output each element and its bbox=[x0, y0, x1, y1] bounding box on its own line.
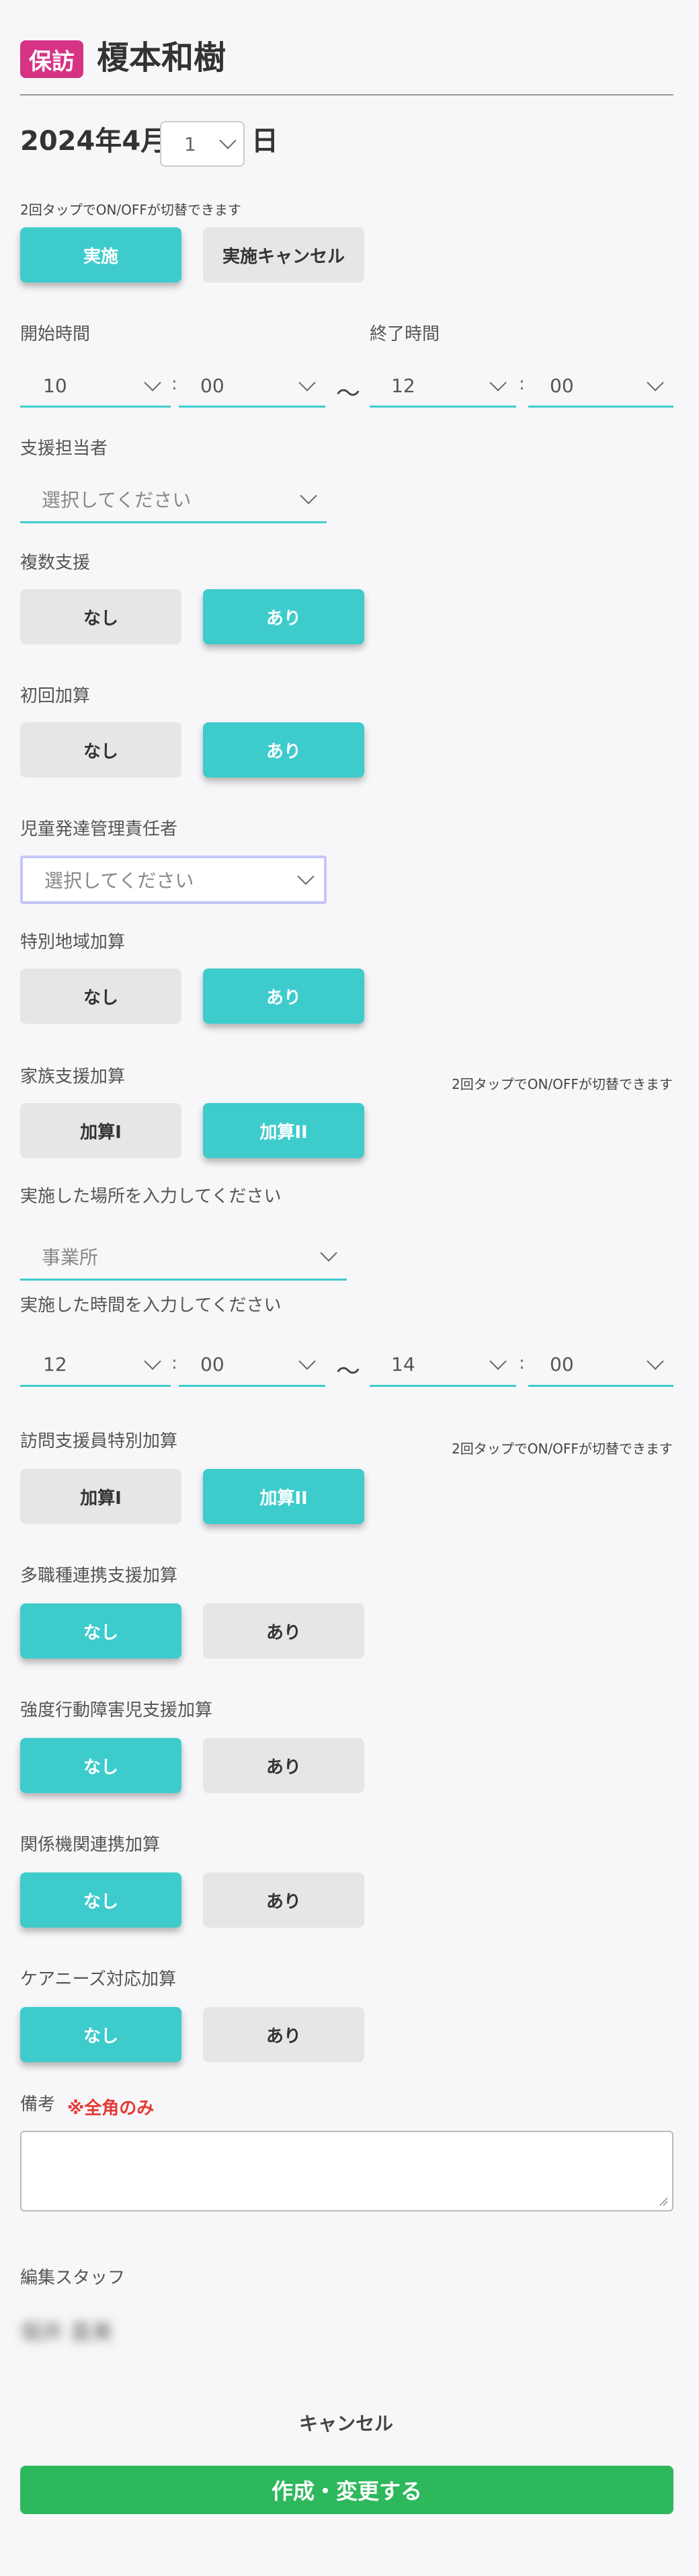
visit-addon2-button[interactable]: 加算II bbox=[203, 1469, 364, 1524]
multi-support-no-button[interactable]: なし bbox=[20, 589, 181, 644]
toggle-hint: 2回タップでON/OFFが切替できます bbox=[20, 202, 241, 218]
care-needs-label: ケアニーズ対応加算 bbox=[20, 1969, 177, 1990]
day-suffix: 日 bbox=[251, 126, 278, 157]
multi-job-label: 多職種連携支援加算 bbox=[20, 1566, 178, 1586]
colon: : bbox=[171, 1353, 177, 1373]
chevron-down-icon bbox=[647, 1352, 664, 1370]
multi-support-label: 複数支援 bbox=[20, 553, 91, 573]
header-divider bbox=[20, 94, 673, 96]
visit-toggle-hint: 2回タップでON/OFFが切替できます bbox=[452, 1441, 673, 1457]
chevron-down-icon bbox=[144, 373, 161, 391]
place-select[interactable]: 事業所 bbox=[20, 1234, 347, 1281]
family-end-hour-value: 14 bbox=[391, 1353, 415, 1375]
family-addon2-button[interactable]: 加算II bbox=[203, 1103, 364, 1158]
cancel-implementation-button[interactable]: 実施キャンセル bbox=[203, 227, 364, 282]
special-region-no-button[interactable]: なし bbox=[20, 969, 181, 1024]
behavior-label: 強度行動障害児支援加算 bbox=[20, 1700, 213, 1720]
staff-select[interactable]: 選択してください bbox=[20, 476, 327, 523]
staff-label: 支援担当者 bbox=[20, 439, 108, 459]
remarks-textarea[interactable] bbox=[20, 2131, 673, 2211]
chevron-down-icon bbox=[489, 373, 507, 391]
chevron-down-icon bbox=[298, 1352, 316, 1370]
day-select[interactable]: 1 bbox=[160, 121, 245, 167]
manager-label: 児童発達管理責任者 bbox=[20, 819, 178, 839]
end-minute-select[interactable]: 00 bbox=[528, 366, 673, 408]
family-toggle-hint: 2回タップでON/OFFが切替できます bbox=[452, 1076, 673, 1092]
multi-support-yes-button[interactable]: あり bbox=[203, 589, 364, 644]
family-end-minute-value: 00 bbox=[550, 1353, 574, 1375]
care-needs-yes-button[interactable]: あり bbox=[203, 2007, 364, 2062]
first-visit-no-button[interactable]: なし bbox=[20, 722, 181, 778]
year-month: 2024年4月 bbox=[20, 126, 168, 157]
chevron-down-icon bbox=[297, 868, 315, 885]
manager-select[interactable]: 選択してください bbox=[20, 856, 327, 904]
family-start-minute-select[interactable]: 00 bbox=[179, 1344, 325, 1387]
family-end-hour-select[interactable]: 14 bbox=[370, 1344, 516, 1387]
agency-label: 関係機関連携加算 bbox=[20, 1835, 161, 1855]
resize-handle-icon bbox=[659, 2197, 668, 2206]
colon: : bbox=[519, 1353, 525, 1373]
day-value: 1 bbox=[184, 132, 196, 155]
visit-special-label: 訪問支援員特別加算 bbox=[20, 1431, 178, 1451]
chevron-down-icon bbox=[300, 486, 317, 504]
colon: : bbox=[171, 374, 177, 394]
multi-job-no-button[interactable]: なし bbox=[20, 1603, 181, 1659]
tilde: ～ bbox=[336, 380, 361, 408]
end-hour-value: 12 bbox=[391, 375, 415, 397]
behavior-no-button[interactable]: なし bbox=[20, 1738, 181, 1793]
special-region-yes-button[interactable]: あり bbox=[203, 969, 364, 1024]
family-end-minute-select[interactable]: 00 bbox=[528, 1344, 673, 1387]
chevron-down-icon bbox=[320, 1244, 337, 1262]
place-label: 実施した場所を入力してください bbox=[20, 1186, 282, 1207]
editor-label: 編集スタッフ bbox=[20, 2268, 126, 2288]
agency-yes-button[interactable]: あり bbox=[203, 1872, 364, 1928]
implemented-button[interactable]: 実施 bbox=[20, 227, 181, 282]
tilde: ～ bbox=[336, 1358, 361, 1386]
start-minute-value: 00 bbox=[200, 375, 224, 397]
family-start-hour-select[interactable]: 12 bbox=[20, 1344, 171, 1387]
special-region-label: 特別地域加算 bbox=[20, 932, 126, 952]
manager-placeholder: 選択してください bbox=[44, 870, 194, 892]
place-value: 事業所 bbox=[42, 1246, 99, 1268]
family-start-hour-value: 12 bbox=[43, 1353, 67, 1375]
visit-addon1-button[interactable]: 加算I bbox=[20, 1469, 181, 1524]
agency-no-button[interactable]: なし bbox=[20, 1872, 181, 1928]
start-time-label: 開始時間 bbox=[20, 324, 91, 344]
cancel-button[interactable]: キャンセル bbox=[0, 2409, 692, 2436]
family-addon1-button[interactable]: 加算I bbox=[20, 1103, 181, 1158]
start-hour-select[interactable]: 10 bbox=[20, 366, 171, 408]
end-minute-value: 00 bbox=[550, 375, 574, 397]
multi-job-yes-button[interactable]: あり bbox=[203, 1603, 364, 1659]
end-hour-select[interactable]: 12 bbox=[370, 366, 516, 408]
family-support-label: 家族支援加算 bbox=[20, 1067, 126, 1087]
remarks-label: 備考 bbox=[20, 2094, 56, 2115]
staff-placeholder: 選択してください bbox=[42, 488, 192, 511]
chevron-down-icon bbox=[647, 373, 664, 391]
chevron-down-icon bbox=[219, 132, 237, 149]
chevron-down-icon bbox=[489, 1352, 507, 1370]
editor-name: 堀井 直美 bbox=[20, 2319, 114, 2345]
behavior-yes-button[interactable]: あり bbox=[203, 1738, 364, 1793]
family-start-minute-value: 00 bbox=[200, 1353, 224, 1375]
care-needs-no-button[interactable]: なし bbox=[20, 2007, 181, 2062]
first-visit-yes-button[interactable]: あり bbox=[203, 722, 364, 778]
family-time-label: 実施した時間を入力してください bbox=[20, 1295, 282, 1316]
end-time-label: 終了時間 bbox=[370, 324, 440, 344]
full-width-only-note: ※全角のみ bbox=[67, 2098, 155, 2119]
start-hour-value: 10 bbox=[43, 375, 67, 397]
start-minute-select[interactable]: 00 bbox=[179, 366, 325, 408]
client-name: 榎本和樹 bbox=[97, 39, 227, 77]
chevron-down-icon bbox=[144, 1352, 161, 1370]
submit-button[interactable]: 作成・変更する bbox=[20, 2466, 673, 2514]
chevron-down-icon bbox=[298, 373, 316, 391]
service-badge: 保訪 bbox=[20, 40, 83, 78]
colon: : bbox=[519, 374, 525, 394]
first-visit-label: 初回加算 bbox=[20, 686, 91, 706]
